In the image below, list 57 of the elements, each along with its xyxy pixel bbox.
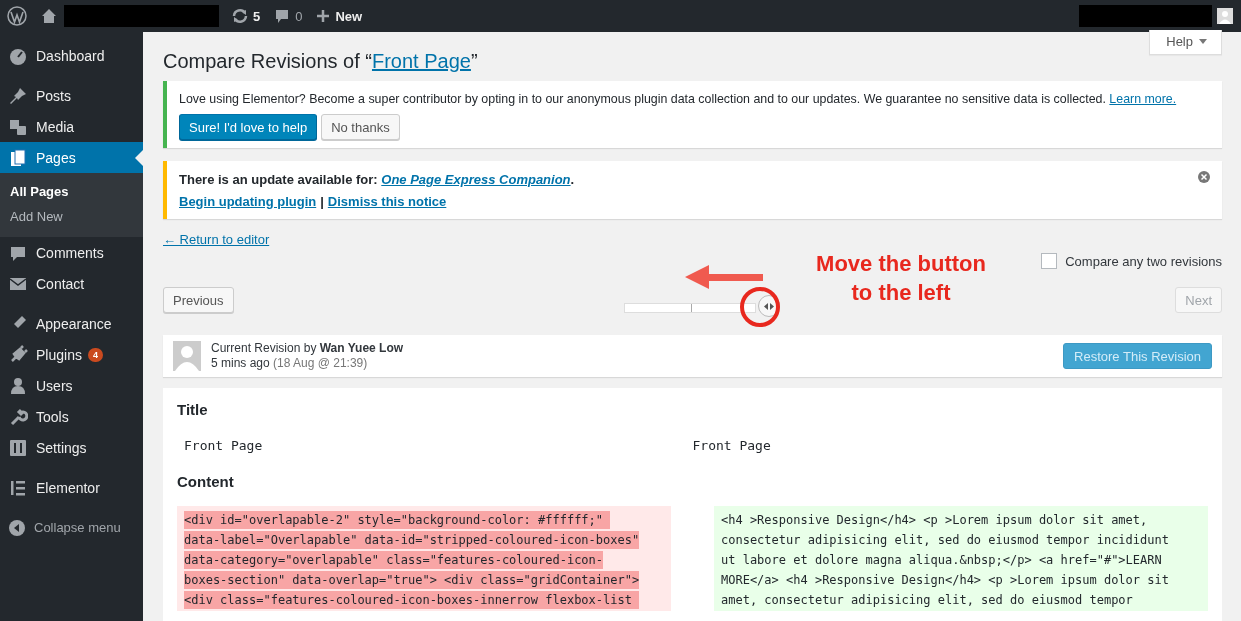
page-link[interactable]: Front Page bbox=[371, 50, 471, 72]
plus-icon[interactable] bbox=[316, 9, 331, 23]
help-tab[interactable]: Help bbox=[1149, 30, 1222, 55]
sidebar-item[interactable]: Users bbox=[0, 370, 143, 401]
added-line: consectetur adipisicing elit, sed do eiusmod tempor incididunt bbox=[721, 532, 1169, 549]
submenu-item[interactable]: Add New bbox=[0, 204, 143, 229]
annotation-text: Move the button to the left bbox=[815, 250, 987, 307]
notice-text: Love using Elementor? Become a super contributor by opting in to our anonymous plugin data collection and to our updates. We guarantee no sensitive data is collected. Learn more. bbox=[179, 91, 1178, 108]
sidebar-item[interactable]: Posts bbox=[0, 80, 143, 111]
logo-icon[interactable] bbox=[7, 6, 27, 26]
compare-checkbox[interactable] bbox=[1041, 253, 1058, 269]
sidebar-item[interactable]: Plugins 4 bbox=[0, 339, 143, 370]
previous-button[interactable]: Previous bbox=[163, 287, 234, 313]
sidebar-item[interactable]: Media bbox=[0, 111, 143, 142]
added-line: <h4 >Responsive Design</h4> <p >Lorem ipsum dolor sit amet, bbox=[721, 512, 1148, 529]
refresh-icon[interactable] bbox=[232, 8, 248, 24]
notice-button[interactable]: No thanks bbox=[321, 114, 400, 140]
notice-action-link[interactable]: Dismiss this notice bbox=[327, 192, 447, 211]
section-heading: Content bbox=[177, 472, 235, 492]
comment-count[interactable]: 0 bbox=[295, 8, 303, 24]
diff-text: Front Page bbox=[184, 438, 264, 453]
collapse-icon[interactable] bbox=[8, 518, 26, 537]
notice-action-link[interactable]: Begin updating plugin bbox=[179, 192, 317, 211]
notice-button[interactable]: Sure! I'd love to help bbox=[179, 114, 318, 140]
sidebar-item[interactable]: Settings bbox=[0, 432, 143, 463]
checkbox-label: Compare any two revisions bbox=[1065, 253, 1222, 269]
sidebar-item[interactable]: Comments bbox=[0, 237, 143, 268]
sidebar-item[interactable]: Contact bbox=[0, 268, 143, 299]
sidebar-item[interactable]: Dashboard bbox=[0, 40, 143, 71]
sidebar-item[interactable]: Tools bbox=[0, 401, 143, 432]
revision-date: (18 Aug @ 21:39) bbox=[273, 356, 368, 370]
separator-text: | bbox=[320, 193, 324, 211]
comment-icon[interactable] bbox=[274, 8, 291, 24]
revision-author: Current Revision by Wan Yuee Low bbox=[211, 341, 404, 356]
return-link[interactable]: ← Return to editor bbox=[163, 232, 270, 247]
new-menu[interactable]: New bbox=[335, 8, 363, 24]
learn-more-link[interactable]: Learn more. bbox=[1109, 92, 1177, 106]
update-count[interactable]: 5 bbox=[253, 8, 261, 24]
arrows-icon bbox=[764, 302, 774, 310]
added-line: amet, consectetur adipisicing elit, sed do eiusmod tempor bbox=[721, 592, 1133, 609]
added-line: ut labore et dolore magna aliqua.&nbsp;</p> <a href="#">LEARN bbox=[721, 552, 1162, 569]
highlight-circle bbox=[738, 285, 782, 329]
sidebar-item[interactable]: Elementor bbox=[0, 472, 143, 503]
section-heading: Title bbox=[177, 400, 209, 420]
revision-time: 5 mins ago bbox=[211, 356, 270, 370]
close-icon[interactable] bbox=[1198, 171, 1210, 183]
diff-text: Front Page bbox=[692, 438, 772, 453]
count-badge: 4 bbox=[87, 347, 103, 362]
collapse-menu-link[interactable]: Collapse menu bbox=[34, 520, 121, 535]
plugin-link[interactable]: One Page Express Companion bbox=[381, 172, 571, 187]
sidebar-item[interactable]: Pages bbox=[0, 142, 143, 173]
caret-icon bbox=[1199, 38, 1207, 45]
submenu-item[interactable]: All Pages bbox=[0, 179, 143, 204]
home-icon[interactable] bbox=[41, 8, 57, 24]
page-title: Compare Revisions of “Front Page” bbox=[163, 50, 478, 72]
sidebar-item[interactable]: Appearance bbox=[0, 308, 143, 339]
added-line: MORE</a> <h4 >Responsive Design</h4> <p >Lorem ipsum dolor sit bbox=[721, 572, 1169, 589]
